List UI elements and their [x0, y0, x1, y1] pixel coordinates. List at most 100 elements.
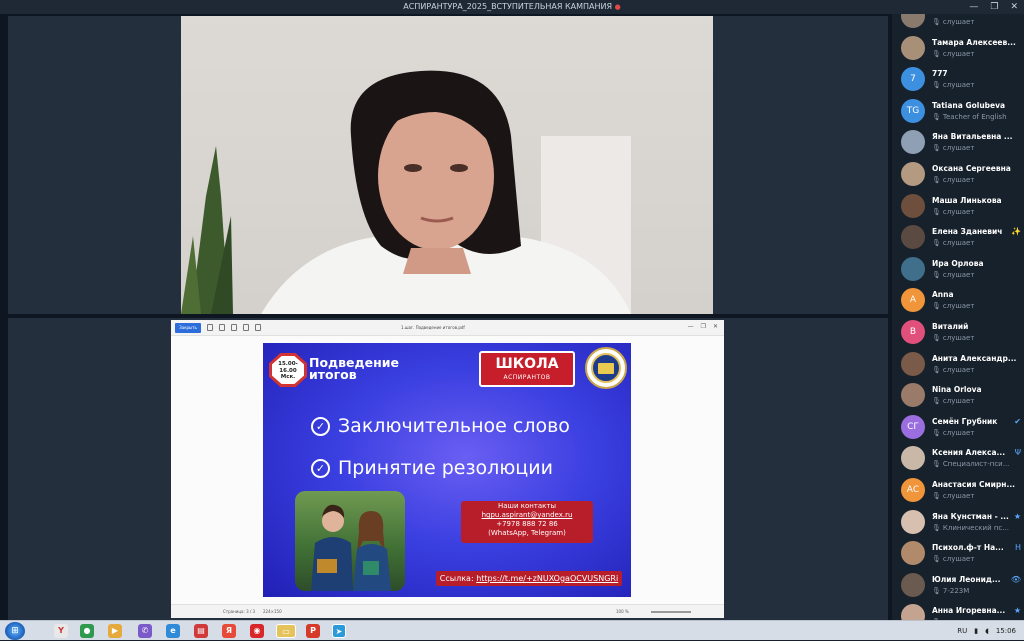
start-button[interactable]: ⊞: [5, 622, 25, 640]
participant-status: 🎙слушает: [932, 18, 975, 26]
participant-name: Тамара Алексеев...: [932, 37, 1016, 47]
participant-status: 🎙слушает: [932, 334, 975, 342]
slide-point-1: ✓ Заключительное слово: [311, 415, 570, 437]
university-emblem-icon: [585, 347, 627, 389]
file-explorer-icon[interactable]: ▭: [276, 624, 296, 638]
participant-item[interactable]: Nina Orlova 🎙 слушает: [901, 381, 1021, 411]
participant-item[interactable]: Анна Игоревна...🎙слушает★: [901, 602, 1021, 620]
minimize-button[interactable]: —: [969, 0, 978, 14]
muted-mic-icon: 🎙: [932, 460, 941, 469]
participant-item[interactable]: Елена Зданевич 🎙 слушает ✨: [901, 223, 1021, 253]
participant-badge-icon: ✨: [1011, 227, 1021, 237]
participant-item[interactable]: АС Анастасия Смирн... 🎙 слушает: [901, 476, 1021, 506]
participant-name: Анита Александр...: [932, 353, 1017, 363]
chrome-icon[interactable]: ●: [80, 624, 94, 638]
edge-icon[interactable]: e: [166, 624, 180, 638]
participant-item[interactable]: Ира Орлова 🎙 слушает: [901, 255, 1021, 285]
muted-mic-icon: 🎙: [932, 207, 941, 216]
yandex-browser-icon[interactable]: Y: [54, 624, 68, 638]
muted-mic-icon: 🎙: [932, 523, 941, 532]
participant-item[interactable]: Ксения Алекса... 🎙 Специалист-пси... Ψ: [901, 444, 1021, 474]
app-icon[interactable]: ◉: [250, 624, 264, 638]
participant-item[interactable]: Маша Линькова 🎙 слушает: [901, 192, 1021, 222]
participant-status: 🎙слушает: [932, 397, 975, 406]
participant-name: 777: [932, 69, 948, 79]
telegram-link: https://t.me/+zNUXOgaOCVUSNGRi: [476, 574, 619, 583]
save-icon[interactable]: [231, 324, 237, 331]
participant-status: 🎙слушает: [932, 270, 975, 279]
avatar: [901, 383, 925, 408]
more-icon[interactable]: [255, 324, 261, 331]
participant-name: Анастасия Смирн...: [932, 480, 1016, 489]
close-button[interactable]: ✕: [1010, 0, 1018, 14]
recording-indicator: ●: [614, 3, 621, 11]
school-banner: ШКОЛА АСПИРАНТОВ: [479, 351, 575, 387]
system-tray: RU ▮ ◖ 15:06: [957, 621, 1016, 641]
participant-badge-icon: Ψ: [1014, 448, 1021, 458]
viewer-maximize-button[interactable]: ❐: [701, 323, 706, 330]
maximize-button[interactable]: ❐: [990, 0, 998, 14]
viewer-close-button[interactable]: ✕: [713, 323, 718, 330]
zoom-slider[interactable]: [651, 611, 691, 613]
slide-title-line-2: итогов: [309, 367, 357, 382]
participant-badge-icon: Н: [1014, 543, 1021, 553]
media-icon[interactable]: ▶: [108, 624, 122, 638]
avatar: TG: [901, 98, 925, 123]
participant-name: Виталий: [932, 322, 969, 331]
participant-name: Анна Игоревна...: [932, 606, 1006, 616]
muted-mic-icon: 🎙: [932, 428, 941, 437]
print-icon[interactable]: [219, 324, 225, 331]
avatar: [901, 351, 925, 376]
avatar: [901, 35, 925, 60]
viewer-back-button[interactable]: Закрыть: [175, 323, 201, 333]
clock[interactable]: 15:06: [996, 627, 1016, 635]
muted-mic-icon: 🎙: [932, 555, 941, 564]
participant-item[interactable]: Анита Александр... 🎙 слушает: [901, 350, 1021, 380]
participant-status: 🎙 Teacher of English: [932, 112, 1007, 121]
participant-status: 🎙слушает: [932, 428, 975, 437]
participant-item[interactable]: 7 777 🎙 слушает: [901, 65, 1021, 95]
zoom-level: 100 %: [616, 609, 629, 614]
participant-name: Елена Зданевич: [932, 227, 1003, 237]
slide-point-2: ✓ Принятие резолюции: [311, 457, 553, 479]
avatar: [901, 14, 925, 28]
participant-status: 🎙слушает: [932, 302, 975, 311]
participant-item[interactable]: В Виталий 🎙 слушает: [901, 318, 1021, 348]
viewer-minimize-button[interactable]: —: [688, 323, 694, 330]
avatar: АС: [901, 478, 925, 502]
muted-mic-icon: 🎙: [932, 397, 941, 406]
participant-item[interactable]: СГ Семён Грубник 🎙 слушает ✔: [901, 413, 1021, 443]
participant-item[interactable]: Яна Витальевна ... 🎙 слушает: [901, 128, 1021, 158]
share-icon[interactable]: [243, 324, 249, 331]
participant-item[interactable]: Юлия Леонид... 🎙 7-223М 👁: [901, 571, 1021, 601]
participant-item[interactable]: A Anna 🎙 слушает: [901, 286, 1021, 316]
volume-icon[interactable]: ◖: [985, 627, 989, 635]
participant-item[interactable]: Яна Кунстман - ... 🎙 Клинический пс... ★: [901, 508, 1021, 538]
participant-item[interactable]: TG Tatiana Golubeva 🎙 Teacher of English: [901, 97, 1021, 127]
participant-name: Семён Грубник: [932, 416, 998, 426]
screen-share-tile[interactable]: Закрыть 1.шаг. Подведение итогов.pdf — ❐…: [8, 318, 888, 630]
muted-mic-icon: 🎙: [932, 49, 941, 58]
telegram-icon[interactable]: ➤: [332, 624, 346, 638]
slide-title: Подведение итогов: [309, 356, 399, 382]
speaker-video-tile[interactable]: [8, 16, 888, 314]
avatar: 7: [901, 67, 925, 92]
rotate-icon[interactable]: [207, 324, 213, 331]
participant-status: 🎙слушает: [932, 176, 975, 184]
participant-status: 🎙слушает: [932, 49, 975, 58]
participant-item[interactable]: Оксана Сергеевна 🎙 слушает: [901, 160, 1021, 190]
participant-item[interactable]: Тамара Алексеев... 🎙 слушает: [901, 34, 1021, 64]
presentation-icon[interactable]: P: [306, 624, 320, 638]
participant-status: 🎙слушает: [932, 492, 975, 500]
check-circle-icon: ✓: [311, 458, 330, 478]
link-label: Ссылка:: [439, 574, 474, 583]
yandex-icon[interactable]: Я: [222, 624, 236, 638]
avatar: [901, 541, 925, 566]
pdf-icon[interactable]: ▤: [194, 624, 208, 638]
participant-item[interactable]: Психол.ф-т На... 🎙 слушает Н: [901, 539, 1021, 569]
contacts-title: Наши контакты: [497, 502, 557, 510]
viber-icon[interactable]: ✆: [138, 624, 152, 638]
participant-item[interactable]: 🎙 слушает: [901, 14, 1021, 32]
network-icon[interactable]: ▮: [974, 627, 978, 635]
language-indicator[interactable]: RU: [957, 627, 967, 635]
